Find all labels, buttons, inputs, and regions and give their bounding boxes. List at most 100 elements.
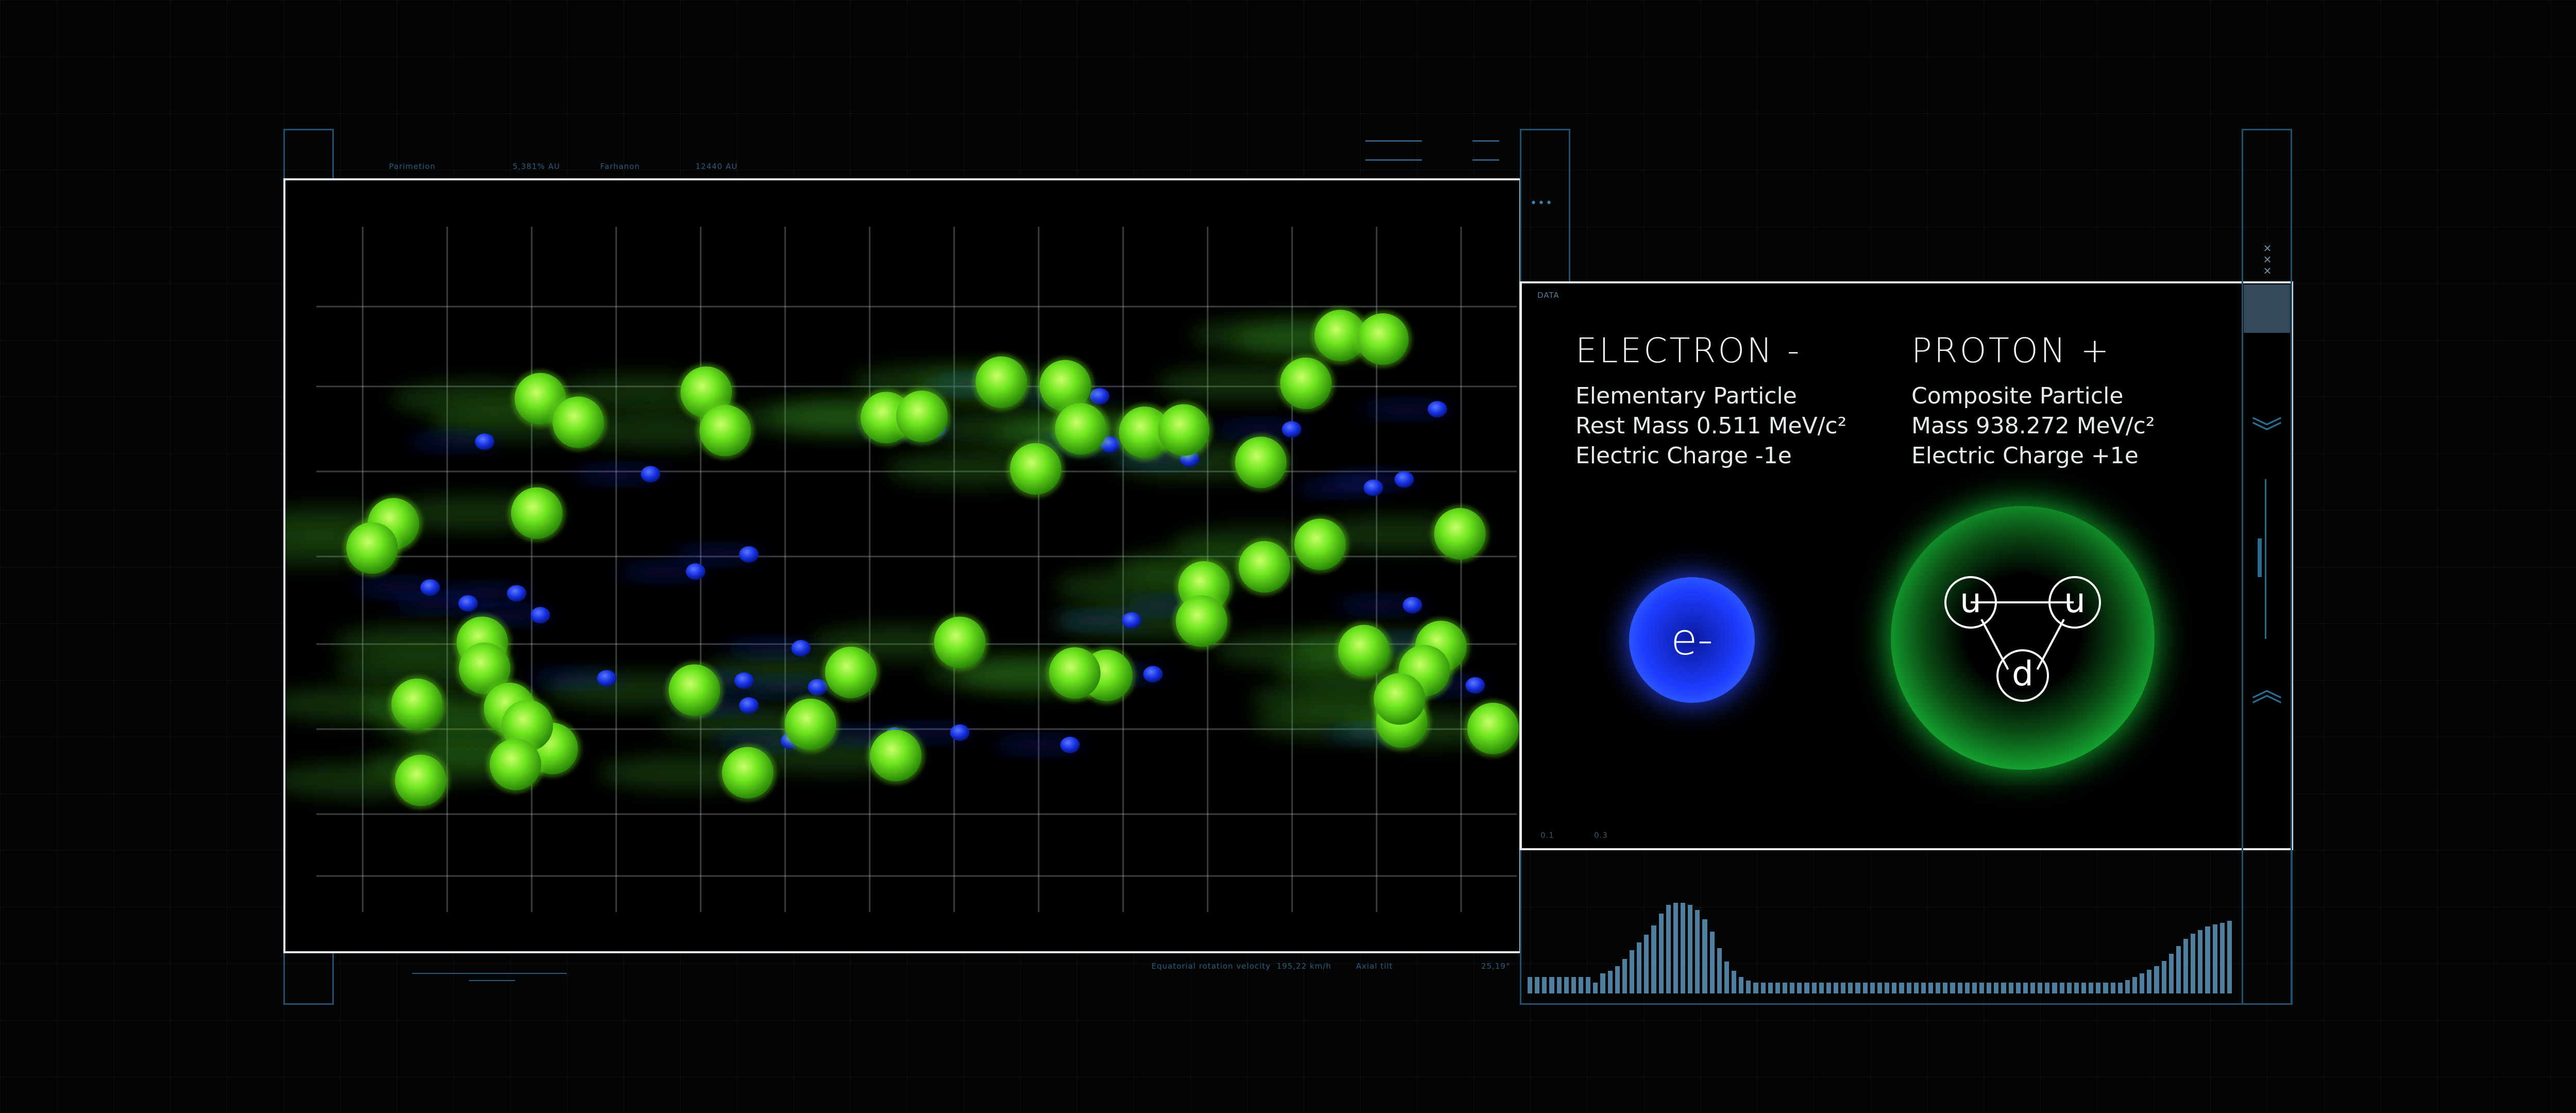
particle-simulation-canvas	[285, 227, 1519, 912]
header-value-1: 5,381% AU	[513, 162, 561, 171]
histogram-bar	[1681, 903, 1686, 993]
histogram-bar	[2066, 982, 2072, 993]
histogram-bar	[2008, 982, 2013, 993]
proton-particle	[934, 616, 986, 668]
close-glyph-icon[interactable]: × × ×	[2260, 242, 2275, 276]
histogram-bar	[1732, 971, 1737, 993]
histogram-bar	[2198, 930, 2203, 993]
histogram-bar	[1695, 910, 1700, 993]
electron-particle	[420, 579, 440, 596]
electron-particle	[1282, 421, 1301, 438]
data-panel-header: DATA	[1537, 291, 1560, 300]
histogram-bar	[1885, 982, 1890, 993]
proton-particle	[1055, 403, 1107, 455]
histogram-bar	[1943, 982, 1948, 993]
proton-particle	[1235, 436, 1287, 488]
histogram-bar	[2125, 980, 2130, 993]
histogram-bar	[2161, 960, 2166, 993]
histogram-bar	[1797, 982, 1802, 993]
right-chevron-up-icon[interactable]: ︽	[2244, 675, 2290, 706]
proton-mass: Mass 938.272 MeV/c²	[1911, 413, 2155, 439]
histogram-bar	[1775, 982, 1781, 993]
proton-particle	[1010, 443, 1062, 495]
electron-particle	[1143, 666, 1163, 683]
histogram-bar	[2132, 977, 2138, 993]
proton-particle	[1374, 673, 1426, 725]
proton-particle	[870, 730, 922, 782]
proton-particle	[825, 646, 877, 698]
histogram-bar	[1913, 982, 1919, 993]
histogram-bar	[2140, 973, 2145, 993]
histogram-bar	[2096, 982, 2101, 993]
histogram-bar	[2168, 953, 2174, 993]
right-sidebar-block	[2244, 284, 2290, 333]
histogram-bar	[1760, 982, 1766, 993]
histogram-bar	[1724, 962, 1730, 993]
histogram-bar	[1673, 903, 1679, 993]
electron-particle	[597, 670, 617, 687]
electron-particle	[734, 672, 754, 689]
up-quark-left: u	[1944, 576, 1997, 629]
histogram-bar	[2205, 926, 2210, 993]
histogram-bar	[1556, 977, 1562, 993]
electron-particle	[506, 585, 527, 602]
histogram-bar	[1717, 948, 1722, 993]
up-quark-right: u	[2048, 576, 2101, 629]
histogram-bar	[1870, 982, 1875, 993]
proton-charge: Electric Charge +1e	[1911, 443, 2139, 469]
proton-particle	[722, 747, 774, 799]
histogram-bar	[1746, 981, 1751, 993]
histogram-bar	[1651, 925, 1656, 993]
particle-simulation-panel	[283, 178, 1521, 953]
histogram-bar	[1921, 982, 1926, 993]
histogram-bar	[1892, 982, 1897, 993]
histogram-bar	[1630, 950, 1635, 993]
electron-symbol: e-	[1671, 614, 1713, 665]
proton-particle	[391, 678, 443, 730]
proton-particle	[552, 396, 604, 448]
histogram-bar	[1834, 982, 1839, 993]
proton-particle	[1467, 702, 1519, 754]
proton-sphere: u u d	[1891, 506, 2155, 770]
proton-particle	[1338, 625, 1390, 677]
histogram-bar	[1622, 959, 1628, 993]
histogram-bar	[1790, 982, 1795, 993]
electron-particle	[1465, 677, 1485, 694]
histogram-bar	[2089, 982, 2094, 993]
proton-particle	[1357, 313, 1409, 365]
histogram-bar	[1739, 977, 1744, 993]
proton-particle	[489, 738, 541, 790]
right-chevron-down-icon[interactable]: ︾	[2244, 417, 2290, 448]
histogram-bar	[2052, 982, 2057, 993]
histogram-bar	[2081, 982, 2087, 993]
proton-particle	[1434, 508, 1486, 560]
histogram-bar	[1579, 977, 1584, 993]
proton-title: PROTON +	[1911, 331, 2111, 370]
histogram-bar	[2030, 982, 2036, 993]
histogram-bar	[2001, 982, 2006, 993]
histogram-bar	[1571, 977, 1576, 993]
histogram-bar	[1811, 982, 1817, 993]
histogram-bar	[2045, 982, 2050, 993]
histogram-bar	[1702, 919, 1707, 993]
histogram-bar	[1637, 942, 1642, 993]
down-quark: d	[1996, 649, 2049, 702]
histogram-bar	[1877, 982, 1883, 993]
histogram-bar	[2176, 946, 2181, 993]
electron-charge: Electric Charge -1e	[1575, 443, 1792, 469]
histogram-bar	[1600, 973, 1605, 993]
histogram-bar	[1862, 982, 1868, 993]
histogram-bar	[2015, 982, 2021, 993]
histogram-bar	[1928, 982, 1934, 993]
histogram-bar	[2191, 933, 2196, 993]
histogram-bar	[2154, 966, 2159, 993]
histogram-bar	[2183, 939, 2189, 993]
electron-particle	[739, 546, 759, 563]
proton-particle	[346, 522, 398, 574]
menu-dots-icon[interactable]: •••	[1530, 197, 1553, 210]
electron-type: Elementary Particle	[1575, 383, 1797, 409]
histogram-bar	[1899, 982, 1904, 993]
electron-particle	[1402, 597, 1422, 614]
proton-particle	[1049, 647, 1101, 699]
histogram-bar	[1549, 977, 1554, 993]
